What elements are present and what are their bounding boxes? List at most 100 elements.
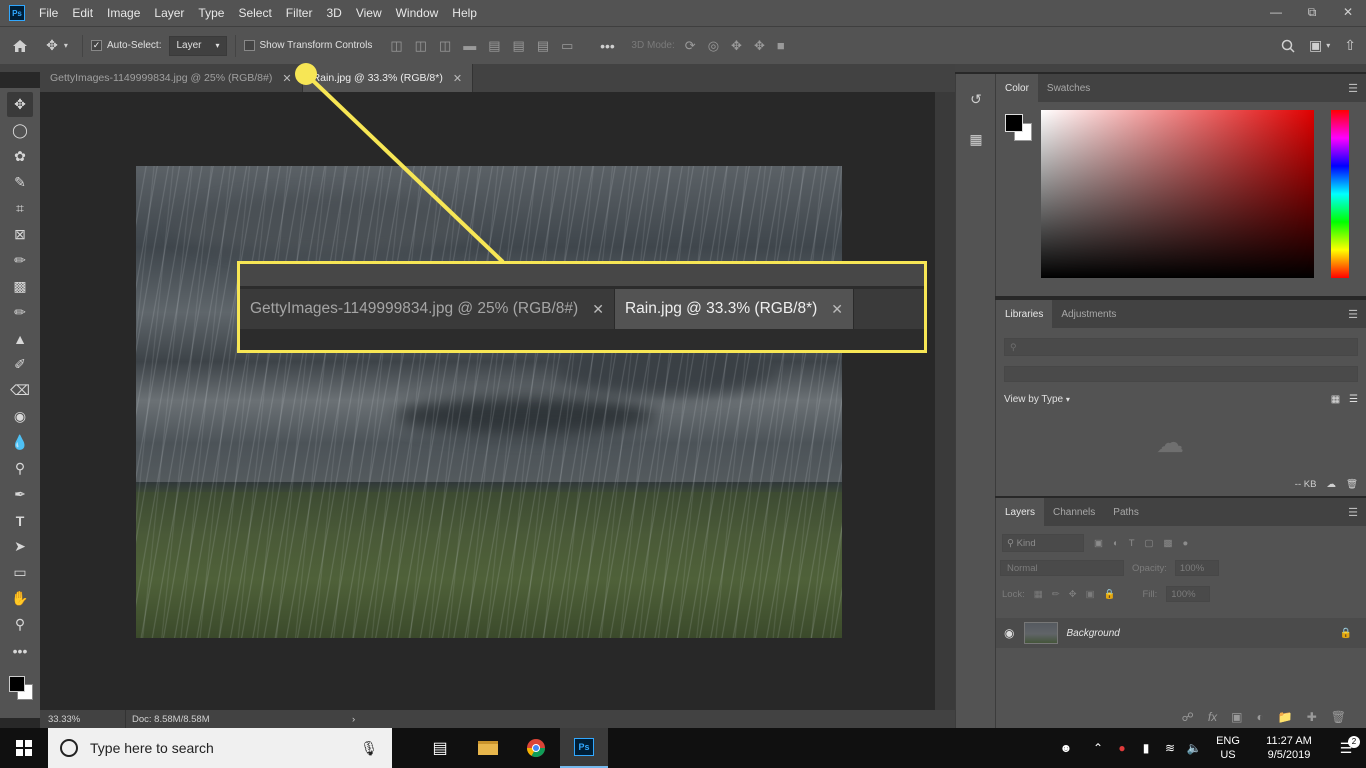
move-tool-icon[interactable]: ✥ <box>7 92 33 117</box>
crop-tool-icon[interactable]: ⌗ <box>7 196 33 221</box>
menu-view[interactable]: View <box>356 6 382 20</box>
show-transform-checkbox[interactable] <box>243 40 255 51</box>
menu-select[interactable]: Select <box>238 6 271 20</box>
path-selection-tool-icon[interactable]: ➤ <box>7 534 33 559</box>
history-brush-tool-icon[interactable]: ✐ <box>7 352 33 377</box>
adjustment-layer-icon[interactable]: ◐ <box>1257 710 1264 724</box>
shape-filter-icon[interactable]: ▢ <box>1145 538 1154 549</box>
align-right-icon[interactable]: ◫ <box>439 38 451 54</box>
menu-window[interactable]: Window <box>396 6 439 20</box>
type-tool-icon[interactable]: T <box>7 508 33 533</box>
history-icon[interactable]: ↺ <box>956 84 996 114</box>
photoshop-taskbar-icon[interactable]: Ps <box>560 728 608 768</box>
smart-object-filter-icon[interactable]: ▩ <box>1164 538 1173 549</box>
quick-select-tool-icon[interactable]: ✎ <box>7 170 33 195</box>
tab-gettyimages[interactable]: GettyImages-1149999834.jpg @ 25% (RGB/8#… <box>40 64 303 92</box>
battery-icon[interactable]: ▮ <box>1134 741 1158 755</box>
action-center-icon[interactable]: ☰ 2 <box>1326 735 1366 757</box>
menu-edit[interactable]: Edit <box>72 6 93 20</box>
file-explorer-icon[interactable] <box>464 728 512 768</box>
volume-icon[interactable]: 🔈 <box>1182 741 1206 755</box>
pixel-filter-icon[interactable]: ▣ <box>1094 538 1103 549</box>
menu-filter[interactable]: Filter <box>286 6 313 20</box>
eraser-tool-icon[interactable]: ⌫ <box>7 378 33 403</box>
add-mask-icon[interactable]: ▣ <box>1231 710 1242 724</box>
chrome-icon[interactable] <box>512 728 560 768</box>
color-swatches[interactable] <box>5 674 35 704</box>
close-icon[interactable]: ✕ <box>282 72 291 85</box>
toolbar-collapse-strip[interactable] <box>0 64 40 72</box>
lock-transparent-icon[interactable]: ▦ <box>1034 589 1043 600</box>
rotate-3d-icon[interactable]: ⟳ <box>685 38 696 54</box>
hand-tool-icon[interactable]: ✋ <box>7 586 33 611</box>
tab-channels[interactable]: Channels <box>1044 498 1104 526</box>
new-group-icon[interactable]: 📁 <box>1278 710 1293 724</box>
list-view-icon[interactable]: ☰ <box>1349 394 1358 405</box>
zoom-tool-icon[interactable]: ⚲ <box>7 612 33 637</box>
roll-3d-icon[interactable]: ◎ <box>708 38 719 54</box>
align-left-icon[interactable]: ◫ <box>390 38 402 54</box>
tab-rain[interactable]: Rain.jpg @ 33.3% (RGB/8*) ✕ <box>302 64 474 92</box>
view-by-dropdown[interactable]: View by Type ▾ <box>1004 394 1070 405</box>
tab-adjustments[interactable]: Adjustments <box>1052 300 1125 328</box>
paint-bucket-tool-icon[interactable]: ◉ <box>7 404 33 429</box>
home-icon[interactable] <box>0 39 40 53</box>
align-top-icon[interactable]: ▤ <box>488 38 500 54</box>
auto-select-checkbox[interactable]: ✓ <box>91 40 102 51</box>
blur-tool-icon[interactable]: 💧 <box>7 430 33 455</box>
align-center-icon[interactable]: ◫ <box>415 38 427 54</box>
tab-color[interactable]: Color <box>996 74 1038 102</box>
menu-image[interactable]: Image <box>107 6 140 20</box>
move-tool-preset-icon[interactable]: ✥ ▾ <box>40 37 74 54</box>
marquee-tool-icon[interactable]: ◯ <box>7 118 33 143</box>
distribute-icon[interactable]: ▭ <box>561 38 573 54</box>
menu-help[interactable]: Help <box>452 6 477 20</box>
taskbar-search-box[interactable]: Type here to search 🎙 <box>48 728 392 768</box>
layer-row-background[interactable]: ◉ Background 🔒 <box>996 618 1366 648</box>
color-picker-field[interactable] <box>1041 110 1314 278</box>
delete-layer-icon[interactable]: 🗑 <box>1331 710 1346 724</box>
scale-3d-icon[interactable]: ■ <box>777 38 785 54</box>
close-icon[interactable]: ✕ <box>1330 0 1366 24</box>
tab-layers[interactable]: Layers <box>996 498 1045 526</box>
type-filter-icon[interactable]: T <box>1129 538 1135 549</box>
clock[interactable]: 11:27 AM 9/5/2019 <box>1252 734 1326 762</box>
restore-icon[interactable]: ⧉ <box>1294 0 1330 24</box>
library-search-input[interactable]: ⚲ <box>1004 338 1358 356</box>
panel-collapse-strip[interactable] <box>955 64 1366 72</box>
chevron-up-icon[interactable]: ⌃ <box>1086 741 1110 755</box>
panel-menu-icon[interactable]: ☰ <box>1348 308 1358 321</box>
fx-icon[interactable]: fx <box>1208 710 1217 724</box>
lock-artboard-icon[interactable]: ▣ <box>1086 589 1095 600</box>
close-icon[interactable]: ✕ <box>453 72 462 85</box>
menu-3d[interactable]: 3D <box>326 6 341 20</box>
antivirus-icon[interactable]: ● <box>1110 741 1134 755</box>
eyedropper-tool-icon[interactable]: ✏ <box>7 248 33 273</box>
foreground-color-swatch[interactable] <box>1005 114 1023 132</box>
wifi-icon[interactable]: ≋ <box>1158 741 1182 755</box>
grid-view-icon[interactable]: ▦ <box>1331 394 1340 405</box>
trash-icon[interactable]: 🗑 <box>1346 479 1358 490</box>
fill-input[interactable]: 100% <box>1166 586 1211 602</box>
task-view-icon[interactable]: ▤ <box>416 728 464 768</box>
visibility-eye-icon[interactable]: ◉ <box>1004 626 1014 640</box>
minimize-icon[interactable]: — <box>1258 0 1294 24</box>
pen-tool-icon[interactable]: ✒ <box>7 482 33 507</box>
auto-select-dropdown[interactable]: Layer ▾ <box>169 35 227 56</box>
align-middle-icon[interactable]: ▤ <box>513 38 525 54</box>
tab-paths[interactable]: Paths <box>1104 498 1148 526</box>
align-horizontal-icon[interactable]: ▬ <box>463 38 476 54</box>
new-layer-icon[interactable]: ✚ <box>1307 710 1317 724</box>
panel-menu-icon[interactable]: ☰ <box>1348 506 1358 519</box>
search-icon[interactable] <box>1281 39 1295 53</box>
filter-toggle-icon[interactable]: ● <box>1183 538 1189 549</box>
menu-layer[interactable]: Layer <box>154 6 184 20</box>
zoom-level[interactable]: 33.33% <box>40 710 126 728</box>
layer-kind-filter[interactable]: ⚲ Kind <box>1002 534 1084 552</box>
panel-menu-icon[interactable]: ☰ <box>1348 82 1358 95</box>
tab-swatches[interactable]: Swatches <box>1038 74 1099 102</box>
workspace-icon[interactable]: ▣ ▾ <box>1309 37 1330 54</box>
align-bottom-icon[interactable]: ▤ <box>537 38 549 54</box>
language-indicator[interactable]: ENG US <box>1210 734 1246 762</box>
microphone-icon[interactable]: 🎙 <box>360 740 378 757</box>
